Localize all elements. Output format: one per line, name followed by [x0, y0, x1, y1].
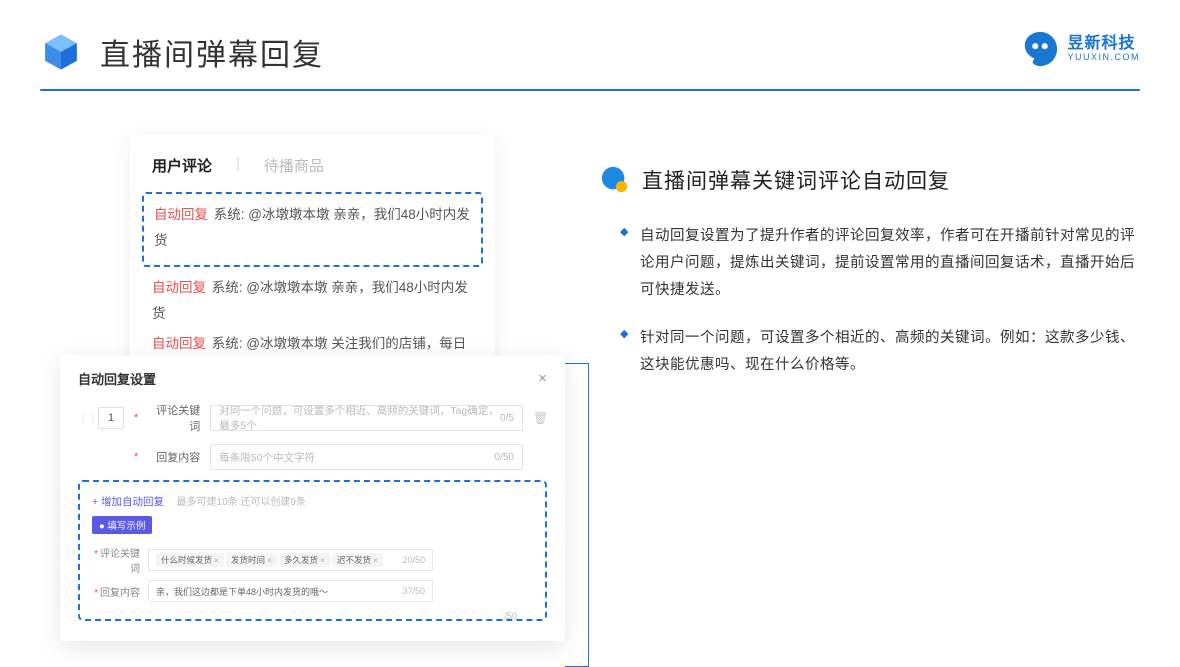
ex-content-label: *回复内容: [92, 584, 140, 599]
chat-bubble-icon: [600, 165, 630, 195]
auto-reply-tag: 自动回复: [152, 280, 206, 295]
auto-reply-tag: 自动回复: [152, 336, 206, 351]
ex-tag[interactable]: 迟不发货×: [332, 553, 383, 567]
ex-keyword-label: *评论关键词: [92, 545, 140, 575]
bullet-item: 自动回复设置为了提升作者的评论回复效率，作者可在开播前针对常见的评论用户问题，提…: [600, 223, 1140, 303]
ex-content-input[interactable]: 亲，我们这边都是下单48小时内发货的哦～ 37/50: [148, 580, 433, 602]
stray-count: /50: [504, 611, 517, 621]
content-count: 0/50: [495, 452, 514, 463]
bullet-text: 针对同一个问题，可设置多个相近的、高频的关键词。例如：这款多少钱、这块能优惠吗、…: [640, 325, 1140, 379]
right-column: 直播间弹幕关键词评论自动回复 自动回复设置为了提升作者的评论回复效率，作者可在开…: [600, 165, 1140, 401]
content-row: * 回复内容 每条限50个中文字符 0/50: [78, 444, 547, 470]
comment-row: 自动回复 系统: @冰墩墩本墩 亲亲，我们48小时内发货: [152, 275, 473, 326]
cube-icon: [40, 31, 82, 73]
brand-name: 昱新科技: [1067, 35, 1140, 53]
keyword-placeholder: 对同一个问题，可设置多个相近、高频的关键词，Tag确定，最多5个: [219, 403, 500, 433]
tab-user-comments[interactable]: 用户评论: [152, 155, 212, 176]
order-input[interactable]: [98, 407, 124, 429]
bullet-text: 自动回复设置为了提升作者的评论回复效率，作者可在开播前针对常见的评论用户问题，提…: [640, 223, 1140, 303]
ex-tag[interactable]: 多久发货×: [279, 553, 330, 567]
content-input[interactable]: 每条限50个中文字符 0/50: [210, 444, 523, 470]
system-label: 系统:: [214, 207, 245, 222]
comment-row: 自动回复 系统: @冰墩墩本墩 亲亲，我们48小时内发货: [154, 202, 471, 253]
tab-separator: |: [236, 155, 240, 176]
ex-tag[interactable]: 发货时间×: [226, 553, 277, 567]
ex-keyword-input[interactable]: 什么时候发货× 发货时间× 多久发货× 迟不发货× 20/50: [148, 549, 433, 571]
example-badge: ● 填写示例: [92, 516, 152, 534]
tab-pending-goods[interactable]: 待播商品: [264, 155, 324, 176]
keyword-label: 评论关键词: [148, 402, 200, 434]
required-star: *: [134, 451, 138, 463]
ex-tag[interactable]: 什么时候发货×: [156, 553, 224, 567]
add-hint: 最多可建10条 还可以创建9条: [177, 497, 306, 508]
add-auto-reply-link[interactable]: + 增加自动回复: [92, 496, 164, 508]
brand-icon: [1021, 30, 1059, 68]
settings-title: 自动回复设置: [78, 369, 156, 388]
auto-reply-tag: 自动回复: [154, 207, 208, 222]
header-divider: [40, 89, 1140, 91]
example-content-row: *回复内容 亲，我们这边都是下单48小时内发货的哦～ 37/50: [92, 580, 533, 602]
system-label: 系统:: [212, 280, 243, 295]
content-label: 回复内容: [148, 449, 200, 465]
tabs: 用户评论 | 待播商品: [152, 155, 473, 176]
ex-tags: 什么时候发货× 发货时间× 多久发货× 迟不发货×: [156, 553, 383, 567]
required-star: *: [134, 412, 138, 424]
brand-logo: 昱新科技 YUUXIN.COM: [1021, 30, 1140, 68]
content-placeholder: 每条限50个中文字符: [219, 450, 315, 465]
keyword-input[interactable]: 对同一个问题，可设置多个相近、高频的关键词，Tag确定，最多5个 0/5: [210, 405, 523, 431]
section-title: 直播间弹幕关键词评论自动回复: [642, 165, 950, 195]
drag-icon[interactable]: ⋮⋮: [78, 413, 88, 424]
example-box: + 增加自动回复 最多可建10条 还可以创建9条 ● 填写示例 *评论关键词 什…: [78, 480, 547, 621]
page-header: 直播间弹幕回复: [0, 0, 1180, 89]
keyword-count: 0/5: [500, 413, 514, 424]
system-label: 系统:: [212, 336, 243, 351]
connector-line: [588, 363, 589, 667]
highlighted-comment: 自动回复 系统: @冰墩墩本墩 亲亲，我们48小时内发货: [142, 192, 483, 267]
brand-url: YUUXIN.COM: [1067, 53, 1140, 63]
page-title: 直播间弹幕回复: [100, 30, 324, 74]
trash-icon[interactable]: 🗑: [533, 411, 547, 425]
close-icon[interactable]: ×: [538, 370, 547, 387]
ex-content-value: 亲，我们这边都是下单48小时内发货的哦～: [156, 585, 328, 598]
ex-keyword-count: 20/50: [402, 555, 425, 565]
example-keyword-row: *评论关键词 什么时候发货× 发货时间× 多久发货× 迟不发货× 20/50: [92, 545, 533, 575]
section-head: 直播间弹幕关键词评论自动回复: [600, 165, 1140, 195]
settings-card: 自动回复设置 × ⋮⋮ * 评论关键词 对同一个问题，可设置多个相近、高频的关键…: [60, 355, 565, 641]
bullet-item: 针对同一个问题，可设置多个相近的、高频的关键词。例如：这款多少钱、这块能优惠吗、…: [600, 325, 1140, 379]
keyword-row: ⋮⋮ * 评论关键词 对同一个问题，可设置多个相近、高频的关键词，Tag确定，最…: [78, 402, 547, 434]
ex-content-count: 37/50: [402, 586, 425, 596]
